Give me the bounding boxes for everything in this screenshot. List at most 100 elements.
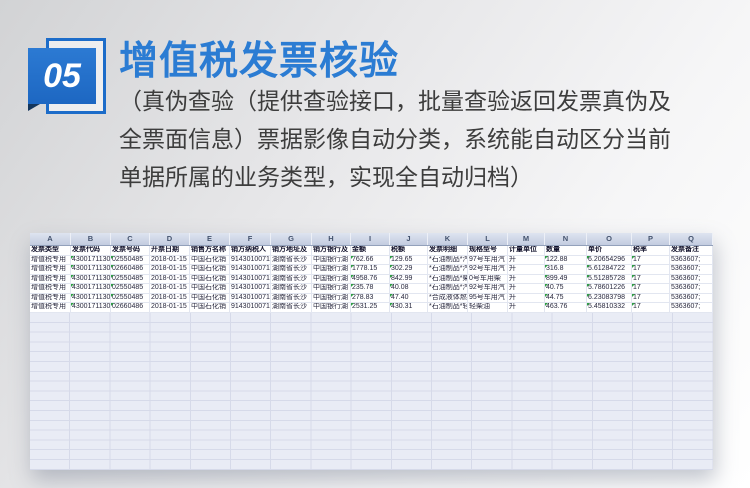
cell[interactable]: 升 (508, 275, 545, 285)
cell[interactable]: 升 (508, 284, 545, 294)
cell[interactable]: 4300171130 (71, 294, 111, 304)
cell[interactable]: 17 (632, 275, 670, 285)
column-header-Q[interactable]: Q (670, 233, 713, 245)
cell[interactable]: 899.49 (545, 275, 587, 285)
cell[interactable]: 9143010071 (230, 303, 271, 313)
header-cell[interactable]: 发票类型 (30, 246, 71, 256)
cell[interactable]: 02550485 (111, 275, 150, 285)
cell[interactable]: 17 (632, 265, 670, 275)
cell[interactable]: 47.40 (390, 294, 428, 304)
cell[interactable]: 5363607; (670, 256, 713, 266)
header-cell[interactable]: 销售方名称 (190, 246, 230, 256)
cell[interactable]: 2018-01-15 (150, 275, 190, 285)
header-cell[interactable]: 销方地址及 (271, 246, 312, 256)
cell[interactable]: 中国银行湖 (312, 303, 351, 313)
cell[interactable]: 2018-01-15 (150, 256, 190, 266)
cell[interactable]: 0号车用柴 (468, 275, 508, 285)
cell[interactable]: 129.65 (390, 256, 428, 266)
cell[interactable]: *石油制品*汽 (428, 265, 468, 275)
header-cell[interactable]: 计量单位 (508, 246, 545, 256)
cell[interactable]: 轻柴油 (468, 303, 508, 313)
cell[interactable]: *合成液体燃 (428, 294, 468, 304)
header-cell[interactable]: 开票日期 (150, 246, 190, 256)
header-cell[interactable]: 发票代码 (71, 246, 111, 256)
column-header-L[interactable]: L (468, 233, 508, 245)
cell[interactable]: 02550485 (111, 284, 150, 294)
header-cell[interactable]: 销方银行及 (312, 246, 351, 256)
cell[interactable]: 4958.76 (351, 275, 390, 285)
cell[interactable]: 5.61284722 (587, 265, 632, 275)
cell[interactable]: 9143010071 (230, 284, 271, 294)
cell[interactable]: *石油制品*轻 (428, 303, 468, 313)
column-header-B[interactable]: B (71, 233, 111, 245)
header-cell[interactable]: 金额 (351, 246, 390, 256)
cell[interactable]: 02660486 (111, 265, 150, 275)
header-cell[interactable]: 发票备注 (670, 246, 713, 256)
cell[interactable]: 463.76 (545, 303, 587, 313)
cell[interactable]: 增值税专用 (30, 303, 71, 313)
cell[interactable]: 6.20654296 (587, 256, 632, 266)
cell[interactable]: 2018-01-15 (150, 265, 190, 275)
cell[interactable]: 中国石化销 (190, 256, 230, 266)
cell[interactable]: 中国石化销 (190, 284, 230, 294)
cell[interactable]: 升 (508, 294, 545, 304)
column-header-E[interactable]: E (190, 233, 230, 245)
header-cell[interactable]: 销方纳税人 (230, 246, 271, 256)
cell[interactable]: 4300171130 (71, 303, 111, 313)
column-header-D[interactable]: D (150, 233, 190, 245)
cell[interactable]: 122.88 (545, 256, 587, 266)
column-header-P[interactable]: P (632, 233, 670, 245)
column-header-F[interactable]: F (230, 233, 271, 245)
cell[interactable]: 842.99 (390, 275, 428, 285)
cell[interactable]: 5363607; (670, 275, 713, 285)
cell[interactable]: 升 (508, 303, 545, 313)
cell[interactable]: 湖南省长沙 (271, 294, 312, 304)
cell[interactable]: 9143010071 (230, 294, 271, 304)
cell[interactable]: *石油制品*汽 (428, 256, 468, 266)
cell[interactable]: 9143010071 (230, 256, 271, 266)
cell[interactable]: 增值税专用 (30, 265, 71, 275)
cell[interactable]: 湖南省长沙 (271, 275, 312, 285)
cell[interactable]: 95号车用汽 (468, 294, 508, 304)
column-header-J[interactable]: J (390, 233, 428, 245)
cell[interactable]: 升 (508, 265, 545, 275)
cell[interactable]: 湖南省长沙 (271, 284, 312, 294)
cell[interactable]: *石油制品*柴 (428, 275, 468, 285)
cell[interactable]: *石油制品*汽 (428, 284, 468, 294)
cell[interactable]: 湖南省长沙 (271, 256, 312, 266)
column-header-M[interactable]: M (508, 233, 545, 245)
cell[interactable]: 增值税专用 (30, 284, 71, 294)
cell[interactable]: 中国石化销 (190, 303, 230, 313)
cell[interactable]: 中国石化销 (190, 294, 230, 304)
empty-cells-area[interactable] (30, 313, 713, 470)
cell[interactable]: 2018-01-15 (150, 303, 190, 313)
cell[interactable]: 2531.25 (351, 303, 390, 313)
cell[interactable]: 02550485 (111, 294, 150, 304)
cell[interactable]: 17 (632, 303, 670, 313)
cell[interactable]: 5363607; (670, 303, 713, 313)
cell[interactable]: 中国银行湖 (312, 256, 351, 266)
cell[interactable]: 中国银行湖 (312, 275, 351, 285)
cell[interactable]: 40.75 (545, 284, 587, 294)
cell[interactable]: 278.83 (351, 294, 390, 304)
cell[interactable]: 中国石化销 (190, 265, 230, 275)
cell[interactable]: 6.23083798 (587, 294, 632, 304)
cell[interactable]: 增值税专用 (30, 294, 71, 304)
cell[interactable]: 97号车用汽 (468, 256, 508, 266)
cell[interactable]: 5363607; (670, 284, 713, 294)
cell[interactable]: 316.8 (545, 265, 587, 275)
cell[interactable]: 5363607; (670, 265, 713, 275)
cell[interactable]: 5.45810332 (587, 303, 632, 313)
cell[interactable]: 4300171130 (71, 256, 111, 266)
cell[interactable]: 增值税专用 (30, 256, 71, 266)
cell[interactable]: 302.29 (390, 265, 428, 275)
cell[interactable]: 9143010071 (230, 275, 271, 285)
column-header-N[interactable]: N (545, 233, 587, 245)
cell[interactable]: 湖南省长沙 (271, 265, 312, 275)
cell[interactable]: 92号车用汽 (468, 265, 508, 275)
header-cell[interactable]: 发票号码 (111, 246, 150, 256)
column-header-I[interactable]: I (351, 233, 390, 245)
cell[interactable]: 5.78601226 (587, 284, 632, 294)
column-header-O[interactable]: O (587, 233, 632, 245)
cell[interactable]: 762.66 (351, 256, 390, 266)
